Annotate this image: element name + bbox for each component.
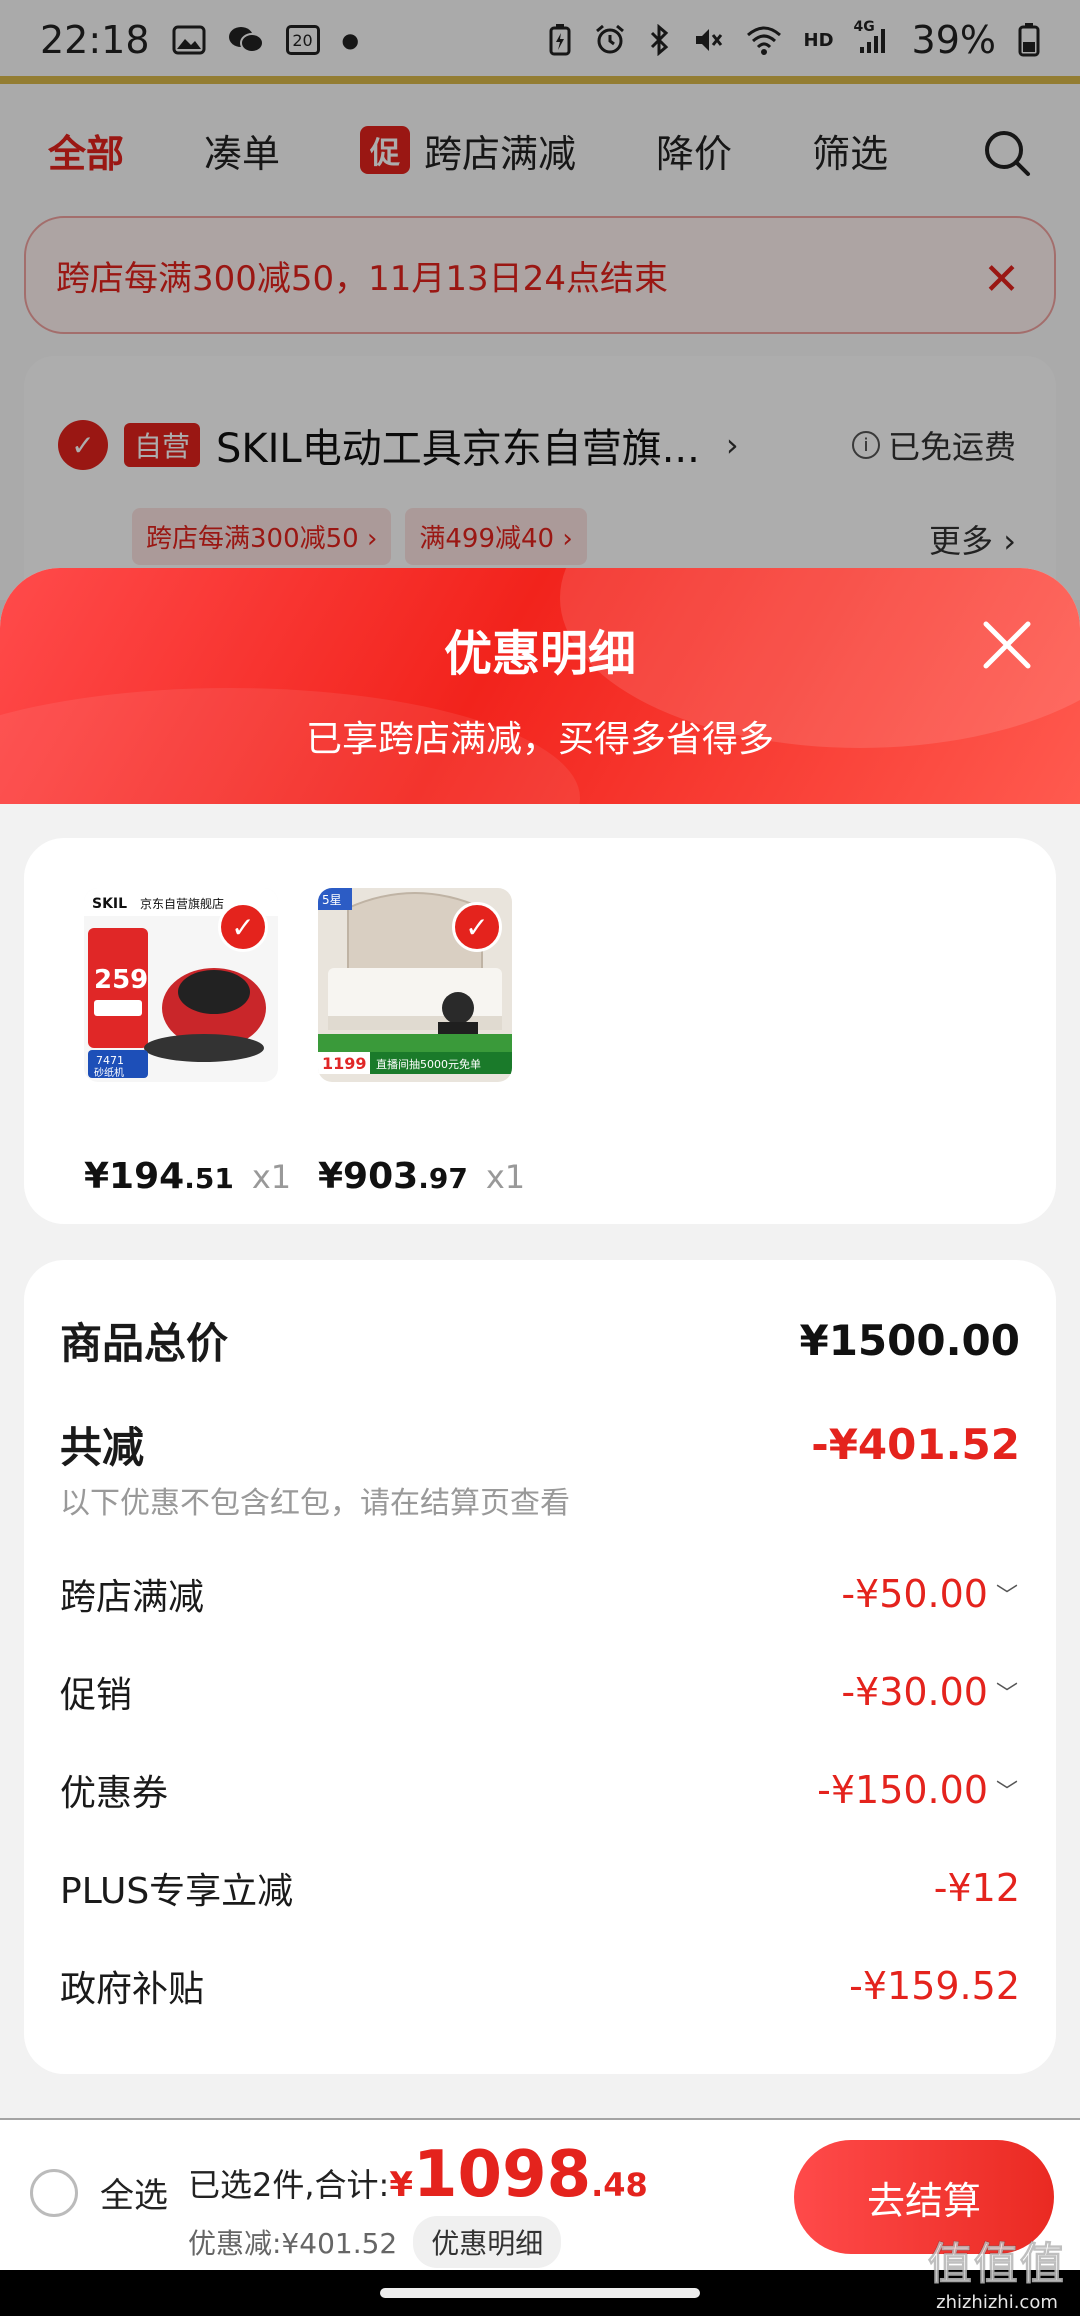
price-decimal: .51 [184, 1162, 234, 1195]
discount-line: 优惠减:¥401.52 优惠明细 [188, 2216, 562, 2268]
discount-label: PLUS专享立减 [60, 1871, 294, 1912]
discount-label: 促销 [60, 1675, 133, 1716]
checkout-bar: 全选 已选2件,合计: ¥ 1098 .48 优惠减:¥401.52 优惠明细 … [0, 2120, 1080, 2270]
image-tag-text: 砂纸机 [94, 1066, 124, 1079]
discount-row-subsidy: 政府补贴 -¥159.52 [60, 1960, 1020, 2012]
sum-decimal: .48 [591, 2166, 648, 2204]
image-model-text: 7471 [96, 1054, 124, 1067]
discount-row-promotion[interactable]: 促销 -¥30.00 ﹀ [60, 1666, 1020, 1718]
home-indicator[interactable] [380, 2288, 700, 2298]
image-price-text: 1199 [322, 1054, 367, 1073]
total-price-label: 商品总价 [60, 1319, 229, 1368]
price-integer: ¥903 [318, 1156, 419, 1197]
total-price-row: 商品总价 ¥1500.00 [60, 1310, 1020, 1371]
watermark-site: zhizhizhi.com [936, 2292, 1058, 2313]
discount-note: 以下优惠不包含红包，请在结算页查看 [60, 1486, 570, 1521]
goods-quantity: x1 [485, 1158, 526, 1196]
product-image-mattress[interactable]: 5星 1199 直播间抽5000元免单 ✓ [318, 888, 512, 1082]
price-breakdown-card: 商品总价 ¥1500.00 共减 -¥401.52 以下优惠不包含红包，请在结算… [24, 1260, 1056, 2074]
product-image-sander[interactable]: SKIL 京东自营旗舰店 259 7471 砂纸机 ✓ [84, 888, 278, 1082]
watermark: 值值值 zhizhizhi.com [928, 2228, 1066, 2314]
select-all-label: 全选 [100, 2176, 168, 2216]
discount-total-text: 优惠减:¥401.52 [188, 2227, 398, 2260]
total-reduce-label: 共减 [60, 1423, 145, 1472]
goods-quantity: x1 [251, 1158, 292, 1196]
select-all-radio[interactable] [30, 2168, 78, 2217]
discount-label: 优惠券 [60, 1773, 169, 1814]
discount-row-cross-store[interactable]: 跨店满减 -¥50.00 ﹀ [60, 1568, 1020, 1620]
selected-count-text: 已选2件,合计: [188, 2166, 390, 2204]
price-integer: ¥194 [84, 1156, 185, 1197]
sum-integer: 1098 [413, 2138, 592, 2212]
discount-label: 跨店满减 [60, 1577, 205, 1618]
discount-label: 政府补贴 [60, 1969, 205, 2010]
sum-line: 已选2件,合计: ¥ 1098 .48 [188, 2138, 648, 2212]
discount-value: -¥159.52 [849, 1964, 1020, 2008]
discount-value: -¥12 [933, 1866, 1020, 1910]
total-reduce-value: -¥401.52 [811, 1420, 1020, 1469]
chevron-down-icon[interactable]: ﹀ [996, 1578, 1020, 1610]
total-price-value: ¥1500.00 [799, 1316, 1020, 1365]
discount-value: -¥150.00 [817, 1768, 988, 1812]
image-brand-text: SKIL [92, 896, 127, 912]
discount-value: -¥50.00 [841, 1572, 988, 1616]
goods-item[interactable]: SKIL 京东自营旗舰店 259 7471 砂纸机 ✓ ¥194.51 x1 [84, 888, 291, 1197]
goods-item[interactable]: 5星 1199 直播间抽5000元免单 ✓ ¥903.97 x1 [318, 888, 525, 1197]
discount-value: -¥30.00 [841, 1670, 988, 1714]
sheet-header: 优惠明细 已享跨店满减，买得多省得多 [0, 568, 1080, 804]
sheet-subtitle: 已享跨店满减，买得多省得多 [305, 719, 774, 760]
discount-detail-sheet: 优惠明细 已享跨店满减，买得多省得多 SKIL 京东自营旗舰店 259 7471… [0, 568, 1080, 2118]
chevron-down-icon[interactable]: ﹀ [996, 1774, 1020, 1806]
chevron-down-icon[interactable]: ﹀ [996, 1676, 1020, 1708]
checkbox-checked-icon[interactable]: ✓ [452, 902, 502, 952]
sum-currency: ¥ [389, 2165, 413, 2205]
close-icon[interactable] [980, 618, 1034, 672]
image-shop-text: 京东自营旗舰店 [140, 896, 224, 911]
image-promo-price: 259 [94, 965, 148, 995]
discount-detail-button[interactable]: 优惠明细 [413, 2216, 562, 2268]
price-decimal: .97 [418, 1162, 468, 1195]
goods-price: ¥903.97 x1 [318, 1156, 525, 1197]
selected-goods-card: SKIL 京东自营旗舰店 259 7471 砂纸机 ✓ ¥194.51 x1 5… [24, 838, 1056, 1224]
image-badge-text: 5星 [322, 893, 342, 907]
discount-row-coupon[interactable]: 优惠券 -¥150.00 ﹀ [60, 1764, 1020, 1816]
watermark-logo: 值值值 [928, 2239, 1066, 2291]
discount-row-plus: PLUS专享立减 -¥12 [60, 1862, 1020, 1914]
total-reduce-row: 共减 -¥401.52 [60, 1414, 1020, 1475]
checkbox-checked-icon[interactable]: ✓ [218, 902, 268, 952]
sheet-title: 优惠明细 [443, 626, 636, 682]
select-all-toggle[interactable]: 全选 [30, 2168, 168, 2217]
image-banner-text: 直播间抽5000元免单 [376, 1057, 481, 1071]
goods-price: ¥194.51 x1 [84, 1156, 291, 1197]
